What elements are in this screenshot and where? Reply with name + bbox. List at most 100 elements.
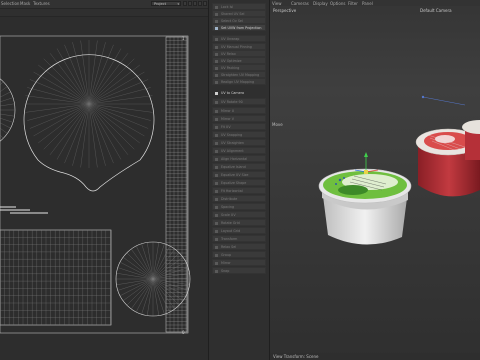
menu-cameras[interactable]: Cameras [291,1,309,6]
tool-item-label: Layout Grid [221,229,241,233]
uv-tool-panel: Lock Isl Shared UV Sel Select Ov Sel Set UV… [208,0,270,360]
uv-editor-panel[interactable]: Selection Mask Textures Project ▾ 1 0 [0,0,208,360]
tool-item-label: Straighten UV Mapping [221,73,260,77]
menu-selection[interactable]: Selection [1,1,19,6]
uv-island-lid [23,40,155,192]
move-tool-label: Move [272,122,283,127]
uv-island-partial-lid [0,78,16,142]
tool-item-label: Realign UV Mapping [221,80,255,84]
uv-canvas[interactable]: 1 0 [0,17,208,360]
uv-tool-3-icon[interactable] [193,1,197,6]
tool-item[interactable]: Layout Grid [212,227,266,234]
3d-viewport[interactable]: View Cameras Display Options Filter Pane… [270,0,480,360]
tool-item[interactable]: Straighten UV Mapping [212,71,266,78]
tool-item[interactable]: Mirror V [212,115,266,122]
tool-item[interactable]: Scale UV [212,211,266,218]
tool-item[interactable]: Realign UV Mapping [212,78,266,85]
menu-mask[interactable]: Mask [20,1,30,6]
tool-item-icon [215,133,218,137]
tool-item-icon [215,80,218,84]
tool-item-icon [215,181,218,185]
tool-item[interactable]: UV Snapping [212,131,266,138]
tool-item[interactable]: Rotate Grid [212,219,266,226]
menu-options[interactable]: Options [330,1,345,6]
tool-item[interactable]: UV Manual Pinning [212,43,266,50]
tool-item-label: Snap [221,269,230,273]
tool-item[interactable]: Relax Sel [212,243,266,250]
tool-item-label: Transform [221,237,238,241]
view-transform-status: View Transform: Scene [273,354,319,359]
tool-item-icon [215,45,218,49]
uv-tool-5-icon[interactable] [203,1,207,6]
tool-item[interactable]: UV to Camera [212,89,266,96]
tool-item[interactable]: Snap [212,267,266,274]
tool-item[interactable]: Equalize Island [212,163,266,170]
green-cup[interactable] [318,168,412,245]
perspective-label[interactable]: Perspective [273,8,296,13]
tool-item[interactable]: UV Straighten [212,139,266,146]
tool-item[interactable]: Equalize Shape [212,179,266,186]
tool-item[interactable]: Select Ov Sel [212,17,266,24]
tool-item-icon [215,73,218,77]
tool-item-label: Select Ov Sel [221,19,243,23]
tool-item-label: Fit UV [221,125,231,129]
tool-item-icon [215,269,218,273]
tool-item[interactable]: UV Relax [212,50,266,57]
tool-item-icon [215,261,218,265]
tool-item[interactable]: Fit Horizontal [212,187,266,194]
tool-item-icon [215,165,218,169]
tool-item-label: UV Relax [221,52,236,56]
tool-item-icon [215,229,218,233]
ruler-label-bottom: 0 [182,330,185,335]
projection-select-value: Project [154,2,166,6]
menu-filter[interactable]: Filter [348,1,358,6]
tool-item[interactable]: Mirror U [212,107,266,114]
chevron-down-icon: ▾ [177,2,179,6]
tool-item-icon [215,157,218,161]
uv-menubar: Selection Mask Textures Project ▾ [0,0,208,9]
projection-select[interactable]: Project ▾ [151,1,181,6]
tool-item[interactable]: Spacing [212,203,266,210]
tool-item-icon [215,237,218,241]
tool-item[interactable]: UV Rotate 90 [212,98,266,105]
menu-panel[interactable]: Panel [362,1,373,6]
tool-item-label: Mirror U [221,109,235,113]
tool-item[interactable]: Align Horizontal [212,155,266,162]
tool-item[interactable]: Equalize UV Size [212,171,266,178]
tool-item-icon [215,221,218,225]
tool-item-icon [215,117,218,121]
tool-item[interactable]: Transform [212,235,266,242]
uv-tool-2-icon[interactable] [188,1,192,6]
tool-item[interactable]: Set UVW from Projection [212,24,266,31]
uv-island-strips [0,206,48,214]
uv-tool-1-icon[interactable] [183,1,187,6]
tool-item[interactable]: Distribute [212,195,266,202]
viewport-scene[interactable] [270,0,480,360]
menu-textures[interactable]: Textures [33,1,50,6]
menu-view[interactable]: View [272,1,282,6]
tool-item[interactable]: Mirror [212,259,266,266]
tool-item-icon [215,149,218,153]
tool-item-icon [215,141,218,145]
tool-item[interactable]: Fit UV [212,123,266,130]
tool-item-label: Relax Sel [221,245,237,249]
camera-label[interactable]: Default Camera [420,8,452,13]
menu-display[interactable]: Display [313,1,328,6]
tool-item-label: Shared UV Sel [221,12,245,16]
uv-tool-4-icon[interactable] [198,1,202,6]
tool-item-icon [215,52,218,56]
tool-item-icon [215,26,218,30]
tool-item[interactable]: UV Alignment [212,147,266,154]
tool-item-label: UV Packing [221,66,240,70]
tool-item-label: UV Manual Pinning [221,45,252,49]
tool-item-label: Fit Horizontal [221,189,243,193]
uv-toolbar [0,9,208,17]
tool-item-icon [215,109,218,113]
tool-item[interactable]: UV Packing [212,64,266,71]
tool-item[interactable]: Shared UV Sel [212,10,266,17]
tool-item[interactable]: Group [212,251,266,258]
tool-item[interactable]: UV Unwrap [212,35,266,42]
tool-item-icon [215,37,218,41]
tool-item[interactable]: Lock Isl [212,3,266,10]
tool-item[interactable]: UV Optimize [212,57,266,64]
